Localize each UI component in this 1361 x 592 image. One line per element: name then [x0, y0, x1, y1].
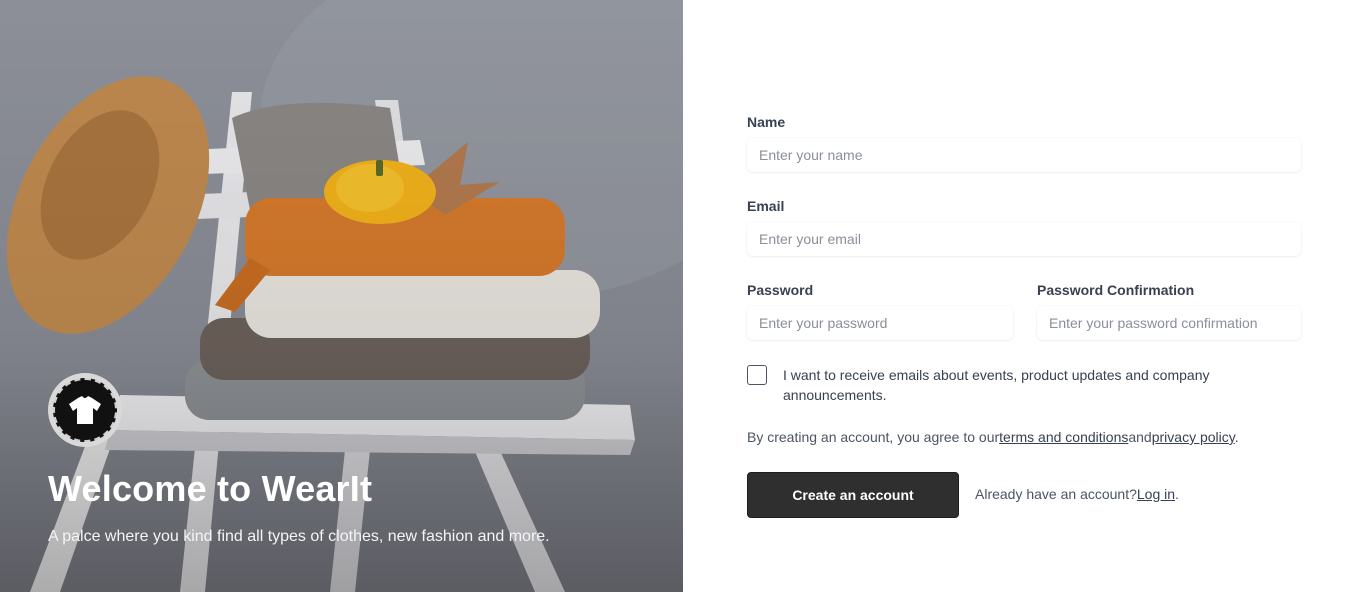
terms-suffix: . — [1234, 429, 1239, 445]
password-confirmation-label: Password Confirmation — [1037, 282, 1195, 298]
email-label: Email — [747, 198, 785, 214]
password-input[interactable] — [747, 306, 1013, 340]
terms-and: and — [1128, 429, 1152, 445]
marketing-opt-in-label: I want to receive emails about events, p… — [783, 367, 1210, 403]
name-label: Name — [747, 114, 786, 130]
privacy-policy-link[interactable]: privacy policy — [1152, 429, 1235, 445]
terms-prefix: By creating an account, you agree to our — [747, 429, 1000, 445]
signup-form: Name Email Password Password Confirmatio… — [683, 0, 1361, 592]
login-prefix: Already have an account? — [975, 486, 1137, 502]
hero-subtitle: A palce where you kind find all types of… — [48, 528, 550, 545]
terms-notice: By creating an account, you agree to our… — [747, 429, 1239, 445]
password-confirmation-input[interactable] — [1037, 306, 1301, 340]
hero-panel: Welcome to WearIt A palce where you kind… — [0, 0, 683, 592]
password-label: Password — [747, 282, 814, 298]
email-input[interactable] — [747, 222, 1301, 256]
signup-page: Welcome to WearIt A palce where you kind… — [0, 0, 1361, 592]
login-prompt: Already have an account?Log in. — [975, 486, 1179, 502]
marketing-opt-in-checkbox[interactable] — [747, 365, 767, 385]
name-input[interactable] — [747, 138, 1301, 172]
terms-and-conditions-link[interactable]: terms and conditions — [999, 429, 1128, 445]
create-account-button[interactable]: Create an account — [747, 472, 959, 518]
log-in-link[interactable]: Log in — [1137, 486, 1175, 502]
t-shirt-logo-icon — [53, 378, 117, 442]
brand-logo — [48, 373, 122, 447]
hero-title: Welcome to WearIt — [48, 468, 373, 509]
login-suffix: . — [1175, 486, 1179, 502]
